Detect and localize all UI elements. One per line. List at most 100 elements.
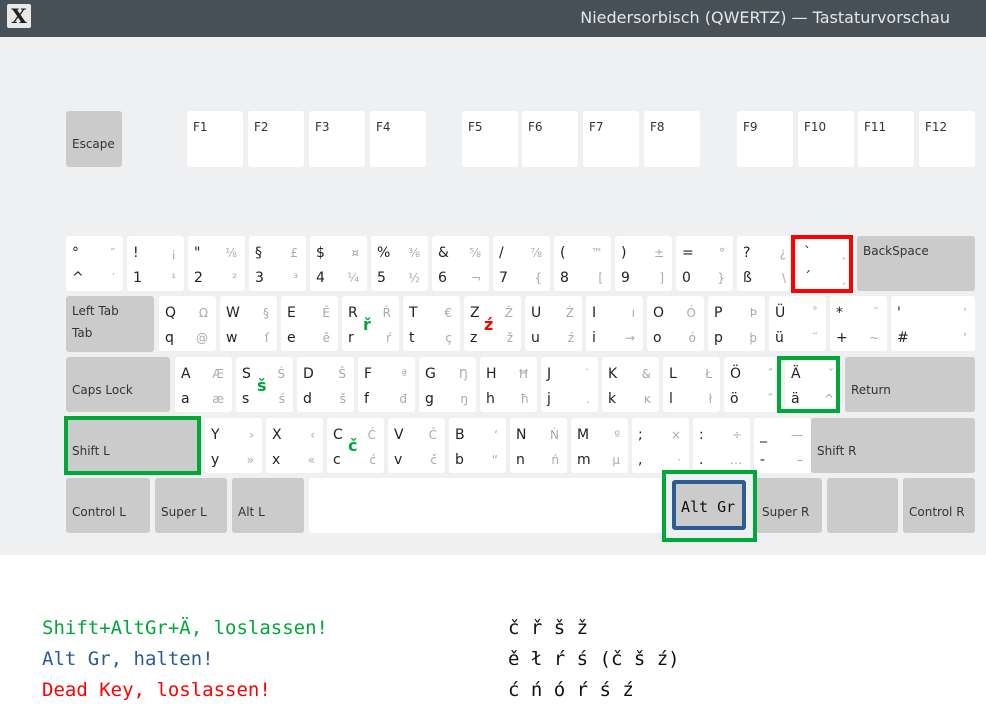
key-number-row-6[interactable]: & 6 ⅝ ¬ [432,236,489,291]
key-label: F4 [376,120,391,134]
key-symbol-tl: A [181,366,191,382]
key-#[interactable]: ' # ’ ’ [891,296,975,351]
key-number-row-8[interactable]: (8 ™ [ [554,236,611,291]
key-symbol-tr: ı [631,306,635,320]
key-symbol-bl: q [165,330,174,346]
control-right-key[interactable]: Control R [903,478,975,533]
backspace-key[interactable]: BackSpace [857,236,975,291]
key-q[interactable]: Qq Ω @ [159,296,216,351]
key-symbol-tr: ¿ [779,246,786,260]
key-symbol-bl: l [669,391,673,407]
key-ö[interactable]: Öö ˝ ˝ [724,357,781,412]
key-+[interactable]: * + ¯ ~ [830,296,887,351]
key-symbol-br: ¼ [347,271,359,285]
key-symbol-bl: i [592,330,596,346]
key-y-row-9[interactable]: _ - — – [754,418,811,473]
space-key[interactable] [309,478,665,533]
key-k[interactable]: Kk & ĸ [602,357,659,412]
key-number-row-9[interactable]: ) 9 ±] [615,236,672,291]
key-ü[interactable]: Üü ˚ ¨ [769,296,826,351]
key-symbol-tl: Z [470,305,480,321]
key-f8[interactable]: F8 [644,111,700,167]
key-symbol-tl: E [287,305,296,321]
key-h[interactable]: Hh Ħħ [480,357,537,412]
tab-key[interactable]: Left Tab Tab [66,296,154,352]
key-y-row-1[interactable]: Xx ‹ « [266,418,323,473]
key-p[interactable]: Pp Þþ [708,296,765,351]
key-f6[interactable]: F6 [522,111,578,167]
key-symbol-bl: 8 [560,270,569,286]
key-symbol-tl: J [547,366,552,382]
key-symbol-tr: Ħ [518,367,529,381]
key-y-row-5[interactable]: Nn Ńń [510,418,567,473]
key-f2[interactable]: F2 [248,111,304,167]
key-f11[interactable]: F11 [858,111,914,167]
key-f1[interactable]: F1 [187,111,243,167]
key-l[interactable]: Ll Łł [663,357,720,412]
key-f9[interactable]: F9 [737,111,793,167]
dead-key-highlight [791,235,853,293]
key-number-row-0[interactable]: ° ^ ″ ′ [66,236,123,291]
super-l-key[interactable]: Super L [155,478,227,533]
key-y-row-3[interactable]: Vv Čč [388,418,445,473]
key-symbol-tl: = [682,245,694,261]
key-y-row-0[interactable]: Yy › » [205,418,262,473]
key-symbol-br: đ [399,392,407,406]
key-d[interactable]: Dd Šš [297,357,354,412]
key-y-row-7[interactable]: ;, × · [632,418,689,473]
key-u[interactable]: Uu Źź [525,296,582,351]
key-f4[interactable]: F4 [370,111,426,167]
escape-key[interactable]: Escape [66,111,122,167]
key-g[interactable]: Gg Ŋŋ [419,357,476,412]
key-symbol-tr: Ω [198,306,208,320]
key-number-row-10[interactable]: = 0 °} [676,236,733,291]
key-i[interactable]: Ii ı → [586,296,643,351]
key-symbol-tl: % [377,245,391,261]
key-f[interactable]: Ff ªđ [358,357,415,412]
key-number-row-5[interactable]: % 5 ⅜ ½ [371,236,428,291]
key-symbol-bl: n [516,452,525,468]
key-f3[interactable]: F3 [309,111,365,167]
key-symbol-tl: * [836,305,843,321]
x-app-icon[interactable]: X [7,4,31,28]
key-number-row-7[interactable]: / 7 ⅞ { [493,236,550,291]
key-e[interactable]: Ee Ěě [281,296,338,351]
key-w[interactable]: Ww § ſ [220,296,277,351]
key-f5[interactable]: F5 [462,111,518,167]
key-symbol-tr: — [791,428,803,442]
shift-right-key[interactable]: Shift R [811,418,975,473]
key-a[interactable]: Aa Ææ [175,357,232,412]
key-j[interactable]: Jj ˙. [541,357,598,412]
key-y-row-4[interactable]: Bb ‘ “ [449,418,506,473]
key-number-row-3[interactable]: § 3 £ ³ [249,236,306,291]
key-symbol-bl: m [577,452,591,468]
key-symbol-bl: ß [743,270,752,286]
key-y-row-6[interactable]: Mm ºµ [571,418,628,473]
key-symbol-tl: G [425,366,436,382]
control-l-key[interactable]: Control L [66,478,150,533]
menu-key[interactable] [827,478,898,533]
key-o[interactable]: Oo Óó [647,296,704,351]
key-number-row-2[interactable]: " 2 ⅛ ² [188,236,245,291]
key-f10[interactable]: F10 [798,111,854,167]
key-symbol-tl: / [499,245,504,261]
key-symbol-tr: Þ [749,306,757,320]
key-symbol-tr: ⅜ [408,246,420,260]
super-right-key[interactable]: Super R [756,478,822,533]
key-symbol-br: ó [688,331,696,345]
key-f12[interactable]: F12 [919,111,975,167]
key-symbol-bl: - [760,452,766,468]
key-symbol-bl: y [211,452,220,468]
key-symbol-br: ′ [112,271,115,285]
key-f7[interactable]: F7 [583,111,639,167]
key-label: Control R [909,505,965,519]
key-y-row-8[interactable]: :. ÷… [693,418,750,473]
key-number-row-1[interactable]: ! 1 ¡ ¹ [127,236,184,291]
key-number-row-11[interactable]: ? ß ¿ \ [737,236,794,291]
key-label: Return [851,383,891,397]
key-t[interactable]: Tt € ç [403,296,460,351]
alt-l-key[interactable]: Alt L [232,478,304,533]
key-number-row-4[interactable]: $4 ¤ ¼ [310,236,367,291]
return-key[interactable]: Return [845,357,975,412]
caps-lock-key[interactable]: Caps Lock [66,357,170,412]
